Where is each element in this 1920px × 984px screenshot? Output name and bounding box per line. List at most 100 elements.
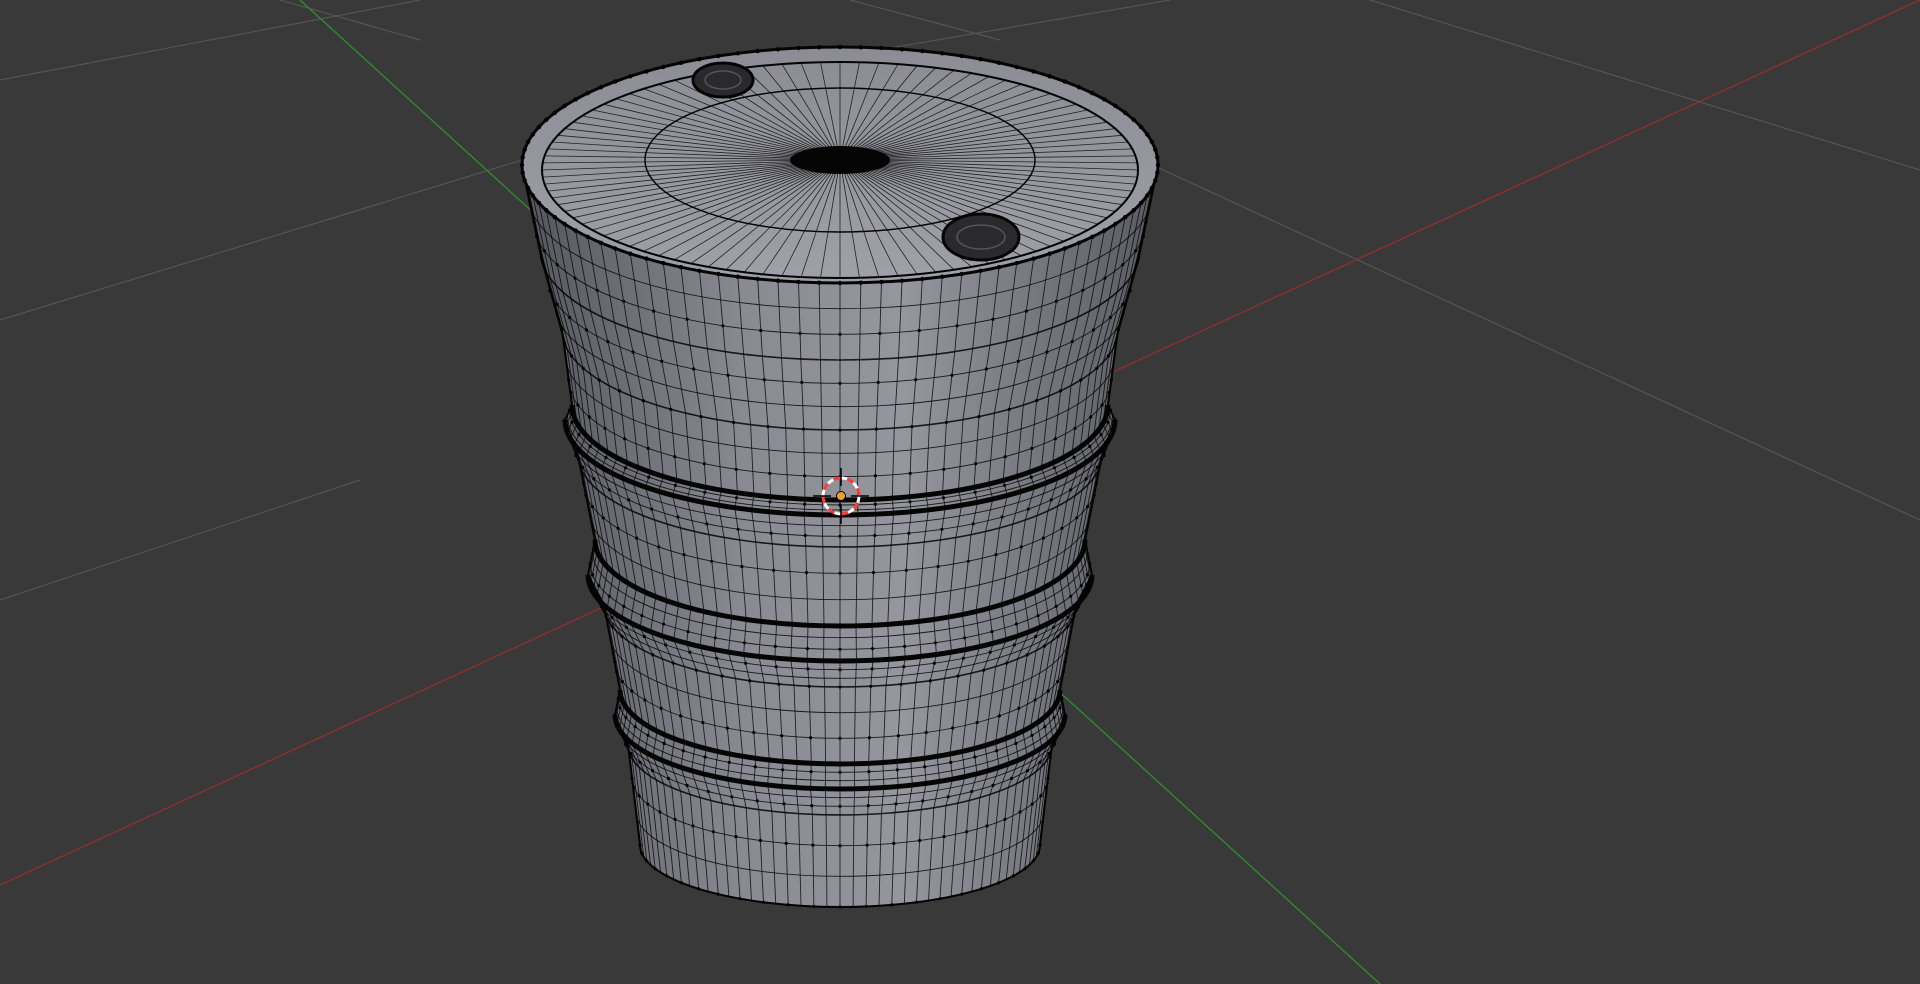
vertex [711,830,716,834]
vertex [569,354,574,358]
vertex [662,741,666,746]
vertex [652,309,656,313]
lid-rim-vertex [1153,178,1158,183]
lid-rim-vertex [817,280,822,285]
vertex [587,415,591,419]
vertex [769,531,773,535]
vertex [1052,466,1057,470]
vertex [637,794,641,798]
vertex [701,772,705,776]
vertex [646,802,650,806]
vertex [914,900,919,904]
vertex [742,641,747,645]
vertex [624,715,628,720]
lid-rim-vertex [661,64,666,70]
vertex [597,378,601,382]
vertex [607,594,611,598]
vertex [1030,802,1034,806]
lid-rim-vertex [552,215,557,220]
vertex [1063,713,1067,717]
vertex [946,795,950,799]
vertex [1034,634,1038,639]
viewport-canvas[interactable] [0,0,1920,984]
lid-rim-vertex [735,51,740,56]
vertex [624,625,629,629]
vertex [903,644,907,649]
vertex [896,734,900,738]
vertex [921,799,925,803]
lid-rim-vertex [1153,147,1158,152]
vertex [780,784,784,789]
vertex [733,506,737,510]
vertex [584,454,588,458]
lid-rim-vertex [562,103,567,109]
vertex [1017,706,1021,710]
vertex [987,606,991,610]
vertex [896,784,900,789]
vertex [777,682,781,686]
vertex [803,533,807,538]
vertex [973,755,977,759]
vertex [902,665,906,669]
vertex [568,315,572,320]
vertex [1026,507,1030,511]
vertex [908,471,912,475]
vertex [620,679,624,684]
lid-center-pole [790,146,890,174]
lid-rim-vertex [796,45,801,51]
vertex [1121,263,1125,267]
vertex [838,534,842,538]
vertex [752,730,756,735]
lid-rim-vertex [525,139,531,145]
vertex [1011,874,1015,878]
lid-rim-vertex [899,278,905,283]
vertex [878,331,882,335]
vertex [1121,302,1125,306]
vertex [588,444,592,448]
lid-rim-vertex [573,228,578,233]
vertex [1075,516,1079,520]
vertex [894,802,898,806]
vertex [960,612,965,617]
vertex [1131,275,1135,279]
lid-rim-vertex [1145,193,1150,198]
vertex [1061,723,1065,727]
vertex [555,302,559,306]
vertex [1033,698,1037,702]
vertex [616,526,620,530]
vertex [638,760,642,764]
vertex [997,881,1001,885]
lid-rim-vertex [755,276,760,282]
vertex [702,462,706,466]
lid-rim-vertex [1062,246,1068,251]
vertex [582,481,586,485]
lid-rim-vertex [697,268,702,273]
lid-rim-vertex [1155,162,1161,168]
3d-viewport[interactable] [0,0,1920,984]
vertex [715,612,720,617]
lid-rim-vertex [959,271,964,277]
vertex [1007,407,1011,411]
lid-rim-vertex [940,274,945,279]
vertex [700,500,705,504]
vertex [758,838,763,843]
vertex [768,471,772,475]
vertex [995,749,999,753]
grid-line [1119,149,1920,521]
vertex [838,736,842,740]
vertex [917,328,921,333]
vertex [775,621,779,625]
vertex [971,522,975,526]
vertex [1025,769,1029,773]
lid-rim-vertex [1123,215,1128,220]
lid-rim-vertex [1113,221,1118,227]
lid-rim-vertex [978,57,983,62]
lid-rim-vertex [978,268,983,273]
vertex [1005,661,1009,665]
vertex [602,603,606,607]
vertex [593,594,598,598]
vertex [1003,455,1007,459]
vertex [574,453,578,458]
vertex [721,324,725,328]
vertex [798,331,802,335]
